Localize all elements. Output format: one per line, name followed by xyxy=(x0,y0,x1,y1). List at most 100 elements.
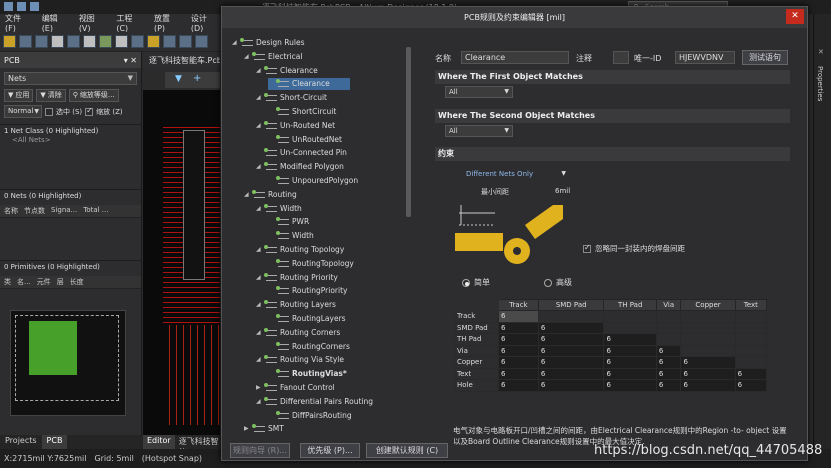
undo-icon[interactable] xyxy=(30,2,39,11)
board-minimap[interactable] xyxy=(10,310,126,416)
tree-expander-icon[interactable]: ◢ xyxy=(244,51,251,63)
create-default-rules-button[interactable]: 创建默认规则 (C) xyxy=(366,443,448,458)
print-icon[interactable] xyxy=(51,35,64,48)
view-mode-select[interactable]: Normal ▼ xyxy=(4,105,42,118)
matrix-cell[interactable]: 6 xyxy=(498,367,539,380)
matrix-cell[interactable]: 6 xyxy=(655,344,682,357)
matrix-cell[interactable]: 6 xyxy=(498,333,539,346)
pcb-component[interactable] xyxy=(183,130,205,280)
col-length[interactable]: 长度 xyxy=(70,277,84,287)
radio-simple[interactable]: 简单 xyxy=(462,277,490,288)
matrix-cell[interactable]: 6 xyxy=(680,379,736,392)
tree-expander-icon[interactable]: ◢ xyxy=(244,189,251,201)
save-all-icon[interactable] xyxy=(35,35,48,48)
tab-editor[interactable]: Editor xyxy=(143,435,175,449)
col-name[interactable]: 名称 xyxy=(4,206,18,216)
first-object-select[interactable]: All ▼ xyxy=(445,86,513,98)
matrix-cell[interactable]: 6 xyxy=(603,356,657,369)
matrix-cell[interactable]: 6 xyxy=(537,356,605,369)
save-icon[interactable] xyxy=(4,2,13,11)
rule-wizard-button[interactable]: 规则向导 (R)... xyxy=(230,443,290,458)
uid-input[interactable]: HJEWVDNV xyxy=(675,51,735,64)
tree-expander-icon[interactable]: ◢ xyxy=(256,272,263,284)
tree-expander-icon[interactable]: ◢ xyxy=(256,299,263,311)
tree-expander-icon[interactable]: ▶ xyxy=(244,423,251,433)
menu-edit[interactable]: 编辑 (E) xyxy=(42,13,70,33)
tree-expander-icon[interactable]: ◢ xyxy=(256,120,263,132)
radio-advanced-dot[interactable] xyxy=(544,278,552,287)
tree-node[interactable]: DiffPairsRouting xyxy=(268,410,352,422)
radio-advanced[interactable]: 高级 xyxy=(544,277,572,288)
matrix-cell[interactable]: 6 xyxy=(537,344,605,357)
all-nets-item[interactable]: <All Nets> xyxy=(4,136,137,145)
tree-expander-icon[interactable]: ◢ xyxy=(256,65,263,77)
tree-node[interactable]: ◢ Width xyxy=(256,203,302,215)
matrix-cell[interactable]: 6 xyxy=(498,356,539,369)
zoom-icon[interactable] xyxy=(67,35,80,48)
tree-node[interactable]: UnpouredPolygon xyxy=(268,175,358,187)
wand-icon[interactable] xyxy=(99,35,112,48)
tree-node[interactable]: Width xyxy=(268,230,314,242)
tree-node[interactable]: RoutingTopology xyxy=(268,258,354,270)
tree-expander-icon[interactable]: ◢ xyxy=(232,37,239,49)
tab-projects[interactable]: Projects xyxy=(0,435,42,449)
tree-node[interactable]: ◢ Routing Priority xyxy=(256,272,338,284)
zoom-level-button[interactable]: ⚲ 缩放等级... xyxy=(68,89,119,102)
save-icon[interactable] xyxy=(19,35,32,48)
ignore-pads-checkbox[interactable] xyxy=(583,243,591,253)
col-signal[interactable]: Signa... xyxy=(51,206,77,216)
priority-button[interactable]: 优先级 (P)... xyxy=(300,443,360,458)
document-tab[interactable]: 逐飞科技智能车.Pcb xyxy=(143,52,220,68)
matrix-cell[interactable]: 6 xyxy=(537,321,605,334)
tree-expander-icon[interactable]: ◢ xyxy=(256,396,263,408)
tab-document[interactable]: 逐飞科技智能 xyxy=(174,435,223,457)
matrix-cell[interactable]: 6 xyxy=(734,367,768,380)
tree-node[interactable]: Un-Connected Pin xyxy=(256,147,347,159)
tree-node[interactable]: RoutingLayers xyxy=(268,313,346,325)
zoom-fit-icon[interactable] xyxy=(83,35,96,48)
tree-node[interactable]: ▶ Fanout Control xyxy=(256,382,335,394)
name-input[interactable]: Clearance xyxy=(461,51,569,64)
tree-node[interactable]: RoutingPriority xyxy=(268,285,347,297)
tree-expander-icon[interactable]: ◢ xyxy=(256,161,263,173)
matrix-cell[interactable]: 6 xyxy=(603,367,657,380)
tree-node[interactable]: ◢ Differential Pairs Routing xyxy=(256,396,373,408)
tree-expander-icon[interactable]: ◢ xyxy=(256,327,263,339)
col-class[interactable]: 类 xyxy=(4,277,11,287)
tree-node[interactable]: Clearance xyxy=(268,78,350,91)
pcb-canvas[interactable] xyxy=(143,90,220,435)
tree-node[interactable]: ◢ Electrical xyxy=(244,51,302,63)
matrix-cell[interactable]: 6 xyxy=(603,379,657,392)
col-layer[interactable]: 层 xyxy=(57,277,64,287)
open-folder-icon[interactable] xyxy=(3,35,16,48)
matrix-cell[interactable]: 6 xyxy=(603,344,657,357)
open-icon[interactable] xyxy=(17,2,26,11)
matrix-cell[interactable]: 6 xyxy=(537,379,605,392)
col-total[interactable]: Total ... xyxy=(83,206,108,216)
tree-scrollbar[interactable] xyxy=(406,47,411,217)
tree-expander-icon[interactable]: ◢ xyxy=(256,354,263,366)
tree-node[interactable]: ◢ Clearance xyxy=(256,65,318,77)
panel-mode-select[interactable]: Nets ▼ xyxy=(4,72,137,85)
matrix-cell[interactable]: 6 xyxy=(498,344,539,357)
matrix-cell[interactable]: 6 xyxy=(537,367,605,380)
add-icon[interactable]: + xyxy=(193,73,201,84)
tree-expander-icon[interactable]: ▶ xyxy=(256,382,263,394)
menu-place[interactable]: 放置 (P) xyxy=(154,13,182,33)
tree-expander-icon[interactable]: ◢ xyxy=(256,203,263,215)
dialog-close-button[interactable]: ✕ xyxy=(786,9,804,24)
tab-pcb[interactable]: PCB xyxy=(41,435,68,449)
second-object-select[interactable]: All ▼ xyxy=(445,125,513,137)
min-clearance-value[interactable]: 6mil xyxy=(555,187,570,195)
panel-menu-icon[interactable]: ▾ ✕ xyxy=(124,56,137,65)
tree-node[interactable]: UnRoutedNet xyxy=(268,134,342,146)
tree-node[interactable]: RoutingVias* xyxy=(268,368,347,380)
filter-icon[interactable]: ▼ xyxy=(175,74,182,84)
matrix-cell[interactable]: 6 xyxy=(498,321,539,334)
test-query-button[interactable]: 测试语句 xyxy=(742,50,788,65)
paste-icon[interactable] xyxy=(147,35,160,48)
tree-expander-icon[interactable]: ◢ xyxy=(256,92,263,104)
properties-tab[interactable]: Properties xyxy=(816,66,824,101)
tree-node[interactable]: ◢ Routing Via Style xyxy=(256,354,344,366)
comment-input[interactable] xyxy=(613,51,629,64)
